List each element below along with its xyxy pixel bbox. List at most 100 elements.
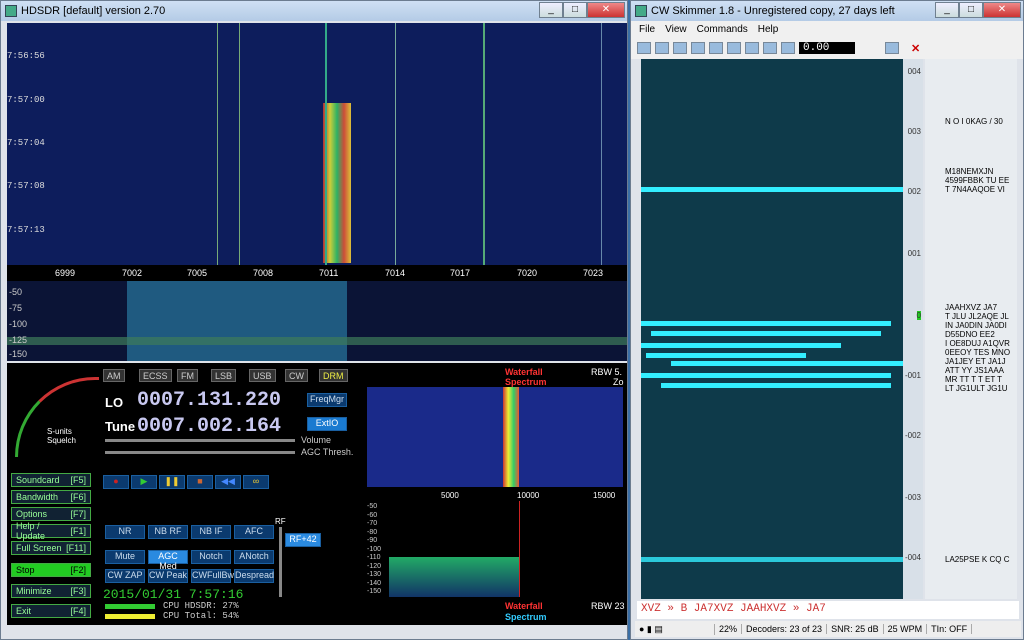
anotch-button[interactable]: ANotch xyxy=(234,550,274,564)
help-update-button[interactable]: Help / Update [F1] xyxy=(11,521,91,541)
maximize-button[interactable]: □ xyxy=(563,2,587,18)
timestamp: 7:57:08 xyxy=(7,181,45,191)
toolbar-icon[interactable] xyxy=(745,42,759,54)
decoded-text[interactable]: XVZ » B JA7XVZ JAAHXVZ » JA7 xyxy=(637,601,1019,619)
toolbar-icon[interactable] xyxy=(885,42,899,54)
status-icons[interactable]: ● ▮ ▤ xyxy=(635,623,715,635)
carrier-line xyxy=(483,23,485,265)
tune-frequency[interactable]: 0007.002.164 xyxy=(137,415,281,438)
mode-usb[interactable]: USB xyxy=(249,369,276,382)
callsign-entry[interactable]: N O I 0KAG / 30 xyxy=(945,117,1003,126)
zoom-label: Zo xyxy=(613,377,624,387)
hdsdr-titlebar[interactable]: HDSDR [default] version 2.70 _ □ ✕ xyxy=(1,1,627,21)
bandwidth-button[interactable]: Bandwidth [F6] xyxy=(11,490,91,504)
mode-lsb[interactable]: LSB xyxy=(211,369,237,382)
db-tick: -75 xyxy=(9,303,23,313)
agc-thresh-slider[interactable] xyxy=(105,451,295,454)
callsign-entry[interactable]: M18NEMXJN xyxy=(945,167,993,176)
menu-commands[interactable]: Commands xyxy=(697,24,748,35)
waterfall-label-2: Waterfall xyxy=(505,601,543,611)
loop-button[interactable]: ∞ xyxy=(243,475,269,489)
rf-gain-value[interactable]: RF+42 xyxy=(285,533,321,547)
callsign-entry[interactable]: D55DNO EE2 xyxy=(945,330,995,339)
volume-slider[interactable] xyxy=(105,439,295,442)
mode-drm[interactable]: DRM xyxy=(319,369,348,382)
mode-ecss[interactable]: ECSS xyxy=(139,369,172,382)
callsign-entry[interactable]: 0EEOY TES MNO xyxy=(945,348,1010,357)
cw-waterfall[interactable] xyxy=(641,59,903,599)
cw-zap-button[interactable]: CW ZAP xyxy=(105,569,145,583)
nb-rf-button[interactable]: NB RF xyxy=(148,525,188,539)
cw-titlebar[interactable]: CW Skimmer 1.8 - Unregistered copy, 27 d… xyxy=(631,1,1023,21)
toolbar-icon[interactable] xyxy=(781,42,795,54)
callsign-entry[interactable]: MR TT T T ET T xyxy=(945,375,1002,384)
volume-label: Volume xyxy=(301,435,332,445)
despread-button[interactable]: Despread xyxy=(234,569,274,583)
mute-button[interactable]: Mute xyxy=(105,550,145,564)
notch-button[interactable]: Notch xyxy=(191,550,231,564)
close-button[interactable]: ✕ xyxy=(587,2,625,18)
callsign-entry[interactable]: LT JG1ULT JG1U xyxy=(945,384,1008,393)
cw-fullbw-button[interactable]: CWFullBw xyxy=(191,569,234,583)
nb-if-button[interactable]: NB IF xyxy=(191,525,231,539)
cw-peak-button[interactable]: CW Peak xyxy=(148,569,188,583)
toolbar-icon[interactable] xyxy=(709,42,723,54)
record-button[interactable]: ● xyxy=(103,475,129,489)
rewind-button[interactable]: ◀◀ xyxy=(215,475,241,489)
status-tin: TIn: OFF xyxy=(927,624,973,634)
af-spectrum-fill xyxy=(389,557,519,597)
callsign-entry[interactable]: IN JA0DIN JA0DI xyxy=(945,321,1007,330)
afc-button[interactable]: AFC xyxy=(234,525,274,539)
callsign-entry[interactable]: 4599FBBK TU EE xyxy=(945,176,1009,185)
callsign-entry[interactable]: JAAHXVZ JA7 xyxy=(945,303,997,312)
af-waterfall[interactable] xyxy=(367,387,623,487)
callsign-entry[interactable]: T 7N4AAQOE VI xyxy=(945,185,1005,194)
db-tick: -100 xyxy=(9,319,28,329)
rf-waterfall[interactable]: 7:56:56 7:57:00 7:57:04 7:57:08 7:57:13 xyxy=(7,23,627,265)
rf-spectrum[interactable]: -50 -75 -100 -125 -150 xyxy=(7,281,627,361)
agc-med-button[interactable]: AGC Med xyxy=(148,550,188,571)
callsign-entry[interactable]: ATT YY JS1AAA xyxy=(945,366,1004,375)
mode-cw[interactable]: CW xyxy=(285,369,308,382)
mode-fm[interactable]: FM xyxy=(177,369,198,382)
timestamp: 7:57:13 xyxy=(7,225,45,235)
callsign-entry[interactable]: LA25PSE K CQ C xyxy=(945,555,1009,564)
mode-am[interactable]: AM xyxy=(103,369,125,382)
minimize-button[interactable]: _ xyxy=(935,2,959,18)
spectrum-label-2: Spectrum xyxy=(505,612,547,622)
af-spectrum[interactable]: -50 -60 -70 -80 -90 -100 -110 -120 -130 … xyxy=(367,501,623,597)
toolbar-icon[interactable] xyxy=(655,42,669,54)
extio-button[interactable]: ExtIO xyxy=(307,417,347,431)
scale-tick: 004 xyxy=(907,67,921,76)
play-button[interactable]: ▶ xyxy=(131,475,157,489)
options-button[interactable]: Options [F7] xyxy=(11,507,91,521)
minimize-button[interactable]: _ xyxy=(539,2,563,18)
freqmgr-button[interactable]: FreqMgr xyxy=(307,393,347,407)
close-button[interactable]: ✕ xyxy=(983,2,1021,18)
toolbar-icon[interactable] xyxy=(691,42,705,54)
menu-file[interactable]: File xyxy=(639,24,655,35)
toolbar-icon[interactable] xyxy=(763,42,777,54)
menu-help[interactable]: Help xyxy=(758,24,779,35)
clear-icon[interactable]: ✕ xyxy=(911,42,920,55)
toolbar-icon[interactable] xyxy=(637,42,651,54)
pause-button[interactable]: ❚❚ xyxy=(159,475,185,489)
minimize-app-button[interactable]: Minimize [F3] xyxy=(11,584,91,598)
passband-highlight[interactable] xyxy=(127,281,347,361)
stop-playback-button[interactable]: ■ xyxy=(187,475,213,489)
lo-frequency[interactable]: 0007.131.220 xyxy=(137,389,281,412)
stop-button[interactable]: Stop [F2] xyxy=(11,563,91,577)
toolbar-icon[interactable] xyxy=(673,42,687,54)
callsign-entry[interactable]: JA1JEY ET JA1J xyxy=(945,357,1006,366)
exit-button[interactable]: Exit [F4] xyxy=(11,604,91,618)
full-screen-button[interactable]: Full Screen [F11] xyxy=(11,541,91,555)
menu-view[interactable]: View xyxy=(665,24,687,35)
toolbar-icon[interactable] xyxy=(727,42,741,54)
nr-button[interactable]: NR xyxy=(105,525,145,539)
db-tick: -125 xyxy=(9,335,28,345)
callsign-entry[interactable]: I OE8DUJ A1QVR xyxy=(945,339,1010,348)
callsign-entry[interactable]: T JLU JL2AQE JL xyxy=(945,312,1009,321)
maximize-button[interactable]: □ xyxy=(959,2,983,18)
rf-gain-slider[interactable] xyxy=(279,527,282,597)
soundcard-button[interactable]: Soundcard [F5] xyxy=(11,473,91,487)
